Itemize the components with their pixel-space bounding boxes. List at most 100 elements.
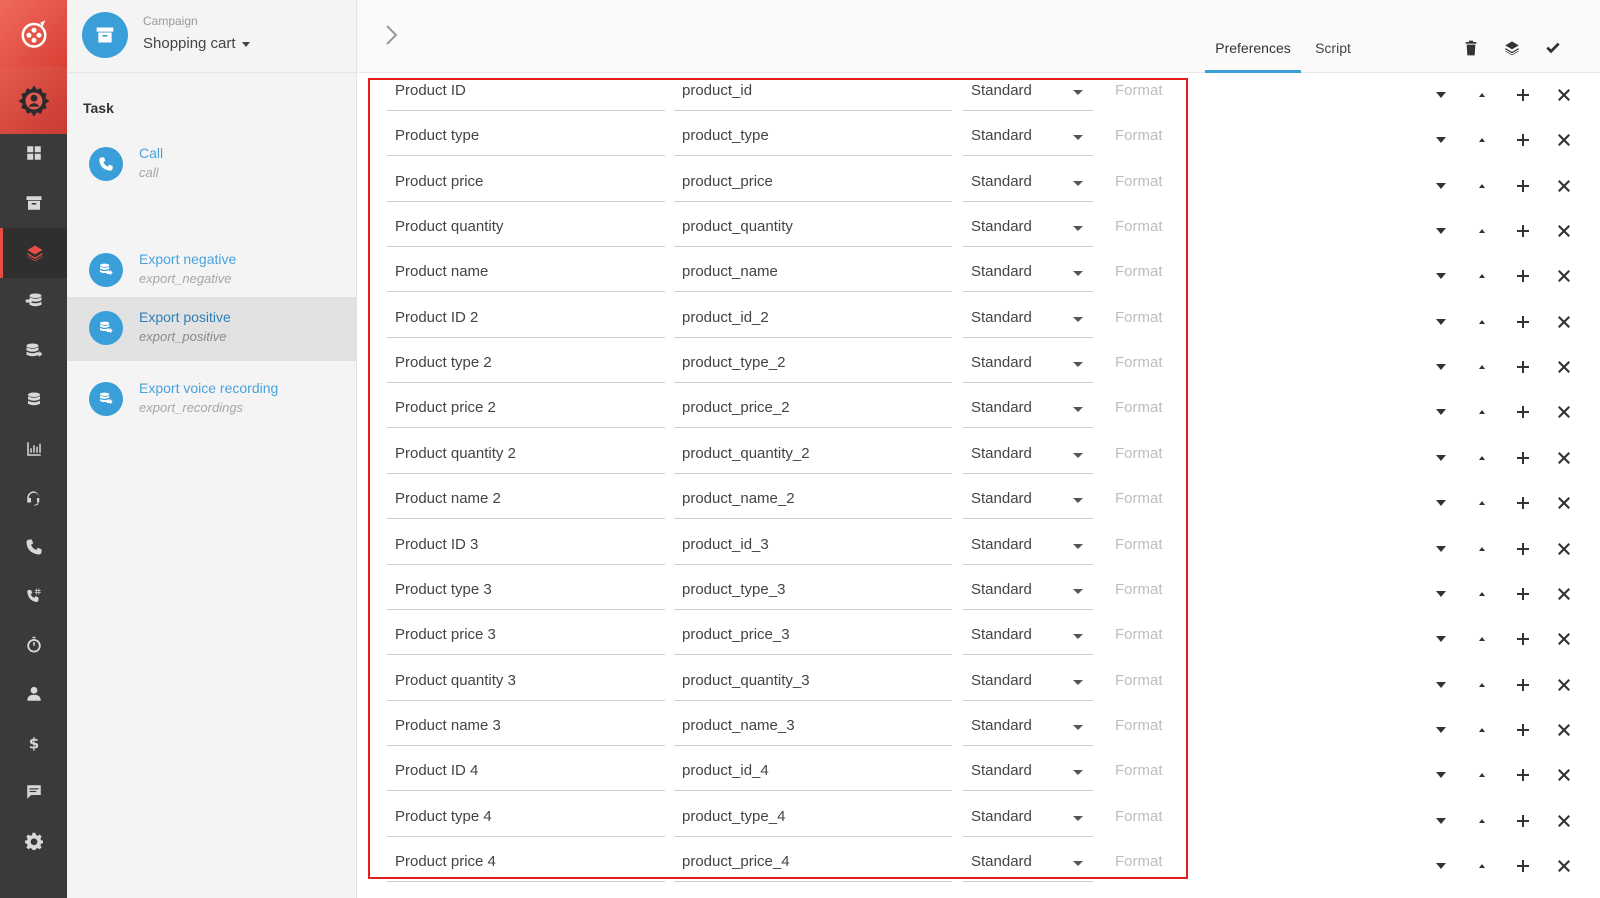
move-up-button[interactable] — [1472, 493, 1492, 513]
field-key-input[interactable]: product_id_2 — [674, 304, 952, 338]
field-label-input[interactable]: Product quantity 2 — [387, 440, 665, 474]
field-label-input[interactable]: Product type — [387, 122, 665, 157]
rail-database[interactable] — [0, 375, 67, 425]
field-format-input[interactable]: Format — [1107, 122, 1193, 156]
settings-hub[interactable] — [0, 67, 67, 134]
field-key-input[interactable]: product_price — [674, 168, 952, 202]
remove-row-button[interactable] — [1554, 539, 1574, 559]
field-type-select[interactable]: Standard — [963, 258, 1093, 293]
move-down-button[interactable] — [1431, 176, 1451, 196]
rail-timer[interactable] — [0, 620, 67, 670]
field-key-input[interactable]: product_id_4 — [674, 757, 952, 792]
add-row-button[interactable] — [1513, 629, 1533, 649]
tab-preferences[interactable]: Preferences — [1205, 40, 1301, 73]
rail-calls[interactable] — [0, 522, 67, 572]
field-label-input[interactable]: Product ID — [387, 77, 665, 111]
field-label-input[interactable]: Product ID 2 — [387, 304, 665, 338]
add-row-button[interactable] — [1513, 357, 1533, 377]
field-label-input[interactable]: Product type 3 — [387, 576, 665, 610]
field-key-input[interactable]: product_price_2 — [674, 394, 952, 429]
task-item-export-negative[interactable]: Export negative export_negative — [67, 239, 357, 303]
move-down-button[interactable] — [1431, 539, 1451, 559]
confirm-button[interactable] — [1543, 38, 1563, 58]
move-up-button[interactable] — [1472, 176, 1492, 196]
field-label-input[interactable]: Product quantity — [387, 213, 665, 248]
task-item-call[interactable]: Call call — [67, 133, 357, 197]
remove-row-button[interactable] — [1554, 357, 1574, 377]
field-key-input[interactable]: product_name_3 — [674, 712, 952, 746]
add-row-button[interactable] — [1513, 720, 1533, 740]
field-key-input[interactable]: product_type_4 — [674, 803, 952, 837]
remove-row-button[interactable] — [1554, 720, 1574, 740]
field-key-input[interactable]: product_type — [674, 122, 952, 157]
field-label-input[interactable]: Product price — [387, 168, 665, 202]
rail-reports[interactable] — [0, 424, 67, 474]
add-row-button[interactable] — [1513, 584, 1533, 604]
field-type-select[interactable]: Standard — [963, 168, 1093, 202]
rail-import[interactable] — [0, 276, 67, 326]
add-row-button[interactable] — [1513, 811, 1533, 831]
move-down-button[interactable] — [1431, 856, 1451, 876]
move-down-button[interactable] — [1431, 675, 1451, 695]
add-row-button[interactable] — [1513, 176, 1533, 196]
rail-export[interactable] — [0, 326, 67, 376]
field-format-input[interactable]: Format — [1107, 848, 1193, 882]
field-label-input[interactable]: Product quantity 3 — [387, 667, 665, 701]
campaign-selector[interactable]: Campaign Shopping cart — [67, 0, 357, 73]
rail-billing[interactable]: $ — [0, 718, 67, 768]
rail-layers[interactable] — [0, 228, 67, 278]
move-down-button[interactable] — [1431, 357, 1451, 377]
field-label-input[interactable]: Product price 4 — [387, 848, 665, 882]
move-down-button[interactable] — [1431, 221, 1451, 241]
rail-dialpad[interactable] — [0, 571, 67, 621]
remove-row-button[interactable] — [1554, 176, 1574, 196]
move-down-button[interactable] — [1431, 448, 1451, 468]
move-up-button[interactable] — [1472, 811, 1492, 831]
move-down-button[interactable] — [1431, 629, 1451, 649]
add-row-button[interactable] — [1513, 856, 1533, 876]
task-name[interactable]: Export voice recording — [139, 380, 278, 396]
field-key-input[interactable]: product_id_3 — [674, 531, 952, 565]
field-type-select[interactable]: Standard — [963, 621, 1093, 656]
field-format-input[interactable]: Format — [1107, 304, 1193, 338]
field-key-input[interactable]: product_type_3 — [674, 576, 952, 610]
rail-messages[interactable] — [0, 767, 67, 817]
field-label-input[interactable]: Product ID 3 — [387, 531, 665, 565]
move-up-button[interactable] — [1472, 402, 1492, 422]
field-label-input[interactable]: Product name — [387, 258, 665, 293]
remove-row-button[interactable] — [1554, 221, 1574, 241]
remove-row-button[interactable] — [1554, 856, 1574, 876]
remove-row-button[interactable] — [1554, 629, 1574, 649]
remove-row-button[interactable] — [1554, 130, 1574, 150]
campaign-name[interactable]: Shopping cart — [143, 35, 236, 52]
remove-row-button[interactable] — [1554, 85, 1574, 105]
field-format-input[interactable]: Format — [1107, 168, 1193, 202]
field-type-select[interactable]: Standard — [963, 757, 1093, 792]
move-up-button[interactable] — [1472, 629, 1492, 649]
rail-archive[interactable] — [0, 178, 67, 228]
field-format-input[interactable]: Format — [1107, 349, 1193, 383]
field-type-select[interactable]: Standard — [963, 485, 1093, 520]
field-format-input[interactable]: Format — [1107, 757, 1193, 791]
move-up-button[interactable] — [1472, 130, 1492, 150]
move-up-button[interactable] — [1472, 357, 1492, 377]
remove-row-button[interactable] — [1554, 765, 1574, 785]
field-type-select[interactable]: Standard — [963, 667, 1093, 701]
layers-button[interactable] — [1502, 38, 1522, 58]
move-up-button[interactable] — [1472, 448, 1492, 468]
field-type-select[interactable]: Standard — [963, 394, 1093, 429]
field-label-input[interactable]: Product price 3 — [387, 621, 665, 656]
task-name[interactable]: Export negative — [139, 251, 236, 267]
move-up-button[interactable] — [1472, 675, 1492, 695]
add-row-button[interactable] — [1513, 765, 1533, 785]
field-type-select[interactable]: Standard — [963, 576, 1093, 610]
field-format-input[interactable]: Format — [1107, 667, 1193, 701]
move-down-button[interactable] — [1431, 584, 1451, 604]
field-format-input[interactable]: Format — [1107, 803, 1193, 837]
caret-down-icon[interactable] — [242, 42, 250, 47]
add-row-button[interactable] — [1513, 493, 1533, 513]
field-label-input[interactable]: Product name 3 — [387, 712, 665, 746]
field-key-input[interactable]: product_id — [674, 77, 952, 111]
field-label-input[interactable]: Product name 2 — [387, 485, 665, 520]
field-type-select[interactable]: Standard — [963, 122, 1093, 157]
